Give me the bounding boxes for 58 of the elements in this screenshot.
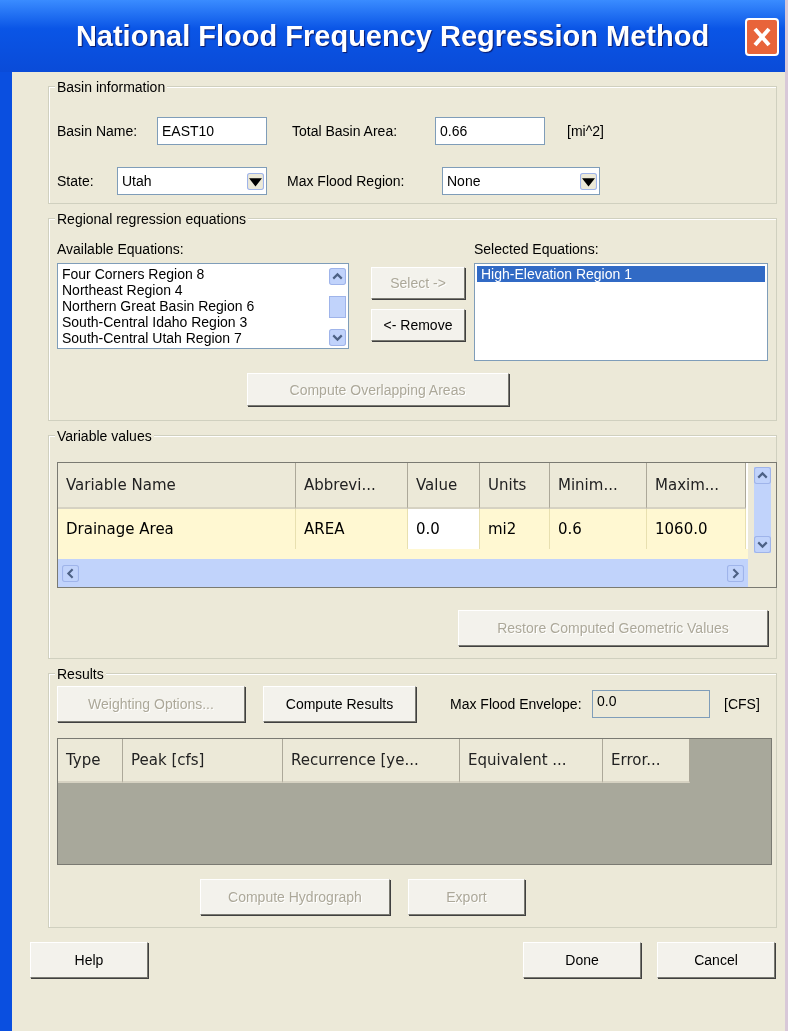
list-item[interactable]: Northeast Region 4	[58, 282, 259, 298]
column-header[interactable]: Error...	[603, 739, 690, 783]
scroll-thumb[interactable]	[329, 296, 346, 318]
list-item[interactable]: South-Central Utah Region 7	[58, 330, 259, 346]
group-title: Variable values	[55, 428, 154, 444]
move-button[interactable]: <- Remove	[371, 309, 465, 341]
column-header[interactable]: Units	[480, 463, 550, 509]
scroll-down-icon[interactable]	[329, 329, 346, 346]
field-label: State:	[57, 173, 95, 189]
scroll-up-icon[interactable]	[329, 268, 346, 285]
column-header[interactable]: Equivalent ...	[460, 739, 603, 783]
text-field[interactable]: EAST10	[157, 117, 267, 145]
field-label: Max Flood Region:	[287, 173, 406, 189]
column-header[interactable]: Minim...	[550, 463, 647, 509]
window-title: National Flood Frequency Regression Method	[75, 19, 710, 53]
dialog-button[interactable]: Cancel	[657, 942, 775, 978]
text-field[interactable]: 0.66	[435, 117, 545, 145]
table-cell: 0.6	[550, 509, 647, 549]
table-cell: Drainage Area	[58, 509, 296, 549]
scroll-up-icon[interactable]	[753, 467, 771, 484]
list-item[interactable]: Northern Great Basin Region 6	[58, 298, 259, 314]
scroll-left-icon[interactable]	[62, 564, 79, 582]
vertical-scrollbar[interactable]	[753, 467, 771, 553]
table-cell: mi2	[480, 509, 550, 549]
dropdown-value: Utah	[122, 173, 152, 189]
scroll-down-icon[interactable]	[753, 536, 771, 553]
column-header[interactable]: Type	[58, 739, 123, 783]
list-item[interactable]: South-Central Idaho Region 3	[58, 314, 259, 330]
scroll-right-icon[interactable]	[727, 564, 744, 582]
dropdown[interactable]: None	[442, 167, 600, 195]
column-header[interactable]: Variable Name	[58, 463, 296, 509]
list-label: Selected Equations:	[474, 241, 600, 257]
list-label: Available Equations:	[57, 241, 185, 257]
field-label: Max Flood Envelope:	[450, 696, 583, 712]
table-cell: AREA	[296, 509, 408, 549]
compute-results-button[interactable]: Compute Results	[263, 686, 416, 722]
dropdown[interactable]: Utah	[117, 167, 267, 195]
column-header[interactable]: Value	[408, 463, 480, 509]
column-header[interactable]: Recurrence [ye...	[283, 739, 460, 783]
column-header[interactable]: Abbrevi...	[296, 463, 408, 509]
dropdown-value: None	[447, 173, 481, 189]
close-icon[interactable]	[745, 18, 779, 56]
list-item[interactable]: High-Elevation Region 1	[477, 266, 765, 282]
envelope-field[interactable]: 0.0	[592, 690, 710, 718]
field-label: Basin Name:	[57, 123, 139, 139]
list-item[interactable]: Four Corners Region 8	[58, 266, 259, 282]
dialog-button[interactable]: Help	[30, 942, 148, 978]
table-cell: 1060.0	[647, 509, 746, 549]
group-title: Results	[55, 666, 106, 682]
column-header[interactable]: Maxim...	[647, 463, 746, 509]
unit-label: [CFS]	[724, 696, 760, 712]
dialog-button[interactable]: Done	[523, 942, 641, 978]
horizontal-scrollbar[interactable]	[58, 559, 748, 587]
column-header[interactable]: Peak [cfs]	[123, 739, 283, 783]
unit-label: [mi^2]	[567, 123, 604, 139]
field-label: Total Basin Area:	[292, 123, 399, 139]
group-title: Basin information	[55, 79, 168, 95]
group-title: Regional regression equations	[55, 211, 249, 227]
